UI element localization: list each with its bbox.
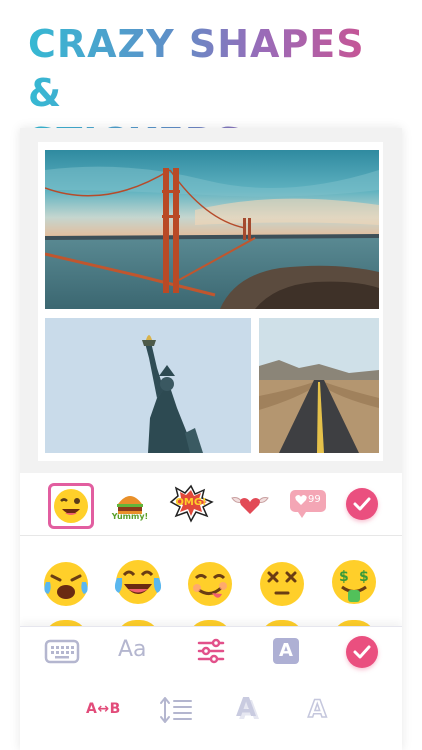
wink-face-sticker[interactable]: [48, 483, 94, 529]
phone-screen: Yummy! OMG! 99 $ $ Aa A A↔B A A: [20, 128, 402, 750]
check-icon: [353, 497, 371, 511]
check-icon: [353, 645, 371, 659]
adjust-button[interactable]: [196, 636, 226, 666]
text-outline-icon: A: [307, 694, 327, 724]
line-spacing-icon: [160, 697, 192, 723]
svg-text:$: $: [339, 569, 349, 585]
text-options: A↔B A A: [20, 677, 402, 750]
photo-golden-gate-bridge[interactable]: [45, 150, 379, 309]
line-spacing-button[interactable]: [158, 695, 194, 725]
text-shadow-icon: A: [236, 693, 257, 723]
photo-statue-of-liberty[interactable]: [45, 318, 251, 453]
keyboard-icon: [44, 639, 80, 664]
svg-text:$: $: [359, 569, 369, 585]
confirm-sticker-button[interactable]: [346, 488, 378, 520]
tears-of-joy-face-emoji[interactable]: [112, 556, 164, 608]
collage-canvas: [38, 142, 383, 461]
money-mouth-face-emoji[interactable]: $ $: [328, 556, 380, 608]
font-button[interactable]: Aa: [118, 637, 147, 662]
winged-heart-sticker[interactable]: [228, 484, 272, 524]
yum-face-emoji[interactable]: [184, 558, 236, 610]
adjust-sliders-icon: [197, 638, 225, 664]
emoji-tray: $ $: [20, 536, 402, 626]
keyboard-button[interactable]: [44, 636, 80, 666]
omg-sticker[interactable]: OMG!: [168, 484, 214, 524]
crying-face-emoji[interactable]: [40, 558, 92, 610]
text-toolbar: Aa A: [20, 626, 402, 678]
headline-line-1: CRAZY SHAPES &: [28, 22, 365, 115]
yummy-text: Yummy!: [111, 512, 149, 521]
omg-text: OMG!: [175, 497, 207, 508]
yummy-burger-sticker[interactable]: Yummy!: [108, 484, 148, 524]
letter-spacing-button[interactable]: A↔B: [86, 701, 121, 717]
text-color-button[interactable]: A: [273, 638, 299, 664]
dizzy-face-emoji[interactable]: [256, 558, 308, 610]
likes-count: 99: [308, 494, 321, 505]
photo-desert-road[interactable]: [259, 318, 379, 453]
text-color-icon: A: [279, 640, 293, 661]
like-99-sticker[interactable]: 99: [288, 484, 328, 524]
sticker-bar: Yummy! OMG! 99: [20, 473, 402, 536]
confirm-text-button[interactable]: [346, 636, 378, 668]
text-shadow-button[interactable]: A: [234, 693, 264, 727]
text-outline-button[interactable]: A: [306, 694, 334, 727]
